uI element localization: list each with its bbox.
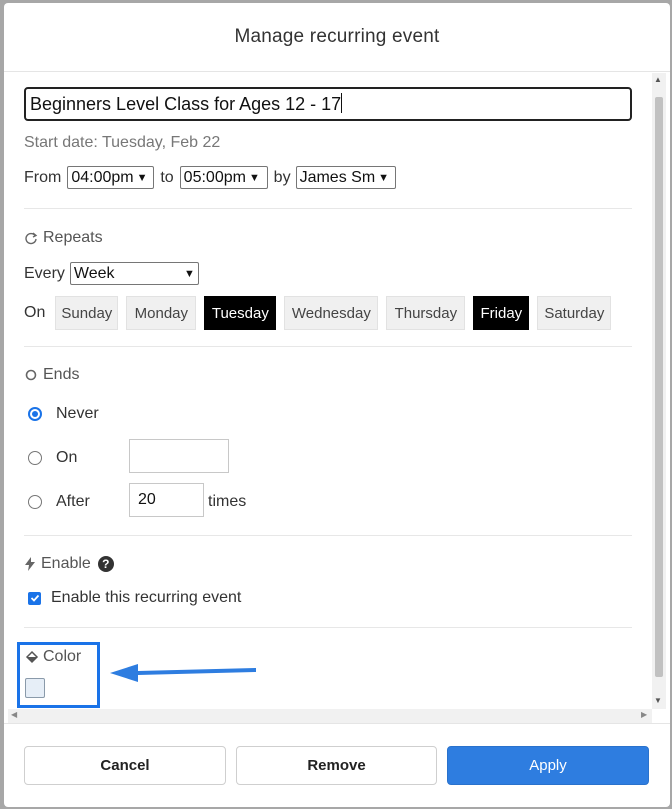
ends-never-radio[interactable]	[28, 407, 42, 421]
enable-label: Enable	[41, 555, 91, 572]
divider	[24, 346, 632, 347]
dialog-title: Manage recurring event	[234, 26, 440, 47]
ends-label: Ends	[43, 366, 80, 383]
recurring-event-dialog: Manage recurring event Beginners Level C…	[4, 3, 670, 807]
refresh-icon	[24, 231, 38, 245]
to-time-select[interactable]: 05:00pm ▼	[179, 166, 268, 189]
vertical-scroll-thumb[interactable]	[655, 97, 663, 677]
every-row: Every Week ▼	[24, 262, 199, 285]
paint-bucket-icon	[25, 650, 39, 664]
from-label: From	[24, 168, 62, 186]
ends-heading: Ends	[24, 366, 79, 384]
divider	[24, 535, 632, 536]
frequency-select[interactable]: Week ▼	[69, 262, 199, 285]
instructor-value: James Sm	[299, 168, 376, 186]
day-button-saturday[interactable]: Saturday	[537, 296, 612, 330]
circle-icon	[24, 368, 38, 382]
to-label: to	[160, 168, 174, 186]
scroll-up-icon[interactable]: ▲	[654, 75, 662, 84]
remove-button[interactable]: Remove	[236, 746, 437, 785]
instructor-select[interactable]: James Sm ▼	[295, 166, 396, 189]
scroll-down-icon[interactable]: ▼	[654, 696, 662, 705]
color-heading: Color	[25, 648, 81, 666]
scroll-right-icon[interactable]: ▶	[641, 710, 647, 719]
chevron-down-icon: ▼	[184, 267, 195, 280]
ends-on-label: On	[56, 449, 78, 466]
from-time-select[interactable]: 04:00pm ▼	[67, 166, 155, 189]
color-label: Color	[43, 648, 82, 665]
by-label: by	[273, 168, 291, 186]
day-button-sunday[interactable]: Sunday	[55, 296, 119, 330]
ends-never-option[interactable]: Never	[28, 405, 99, 423]
ends-on-date-input[interactable]	[129, 439, 229, 473]
frequency-value: Week	[73, 264, 115, 282]
day-button-tuesday[interactable]: Tuesday	[204, 296, 277, 330]
color-highlight-box: Color	[17, 642, 100, 708]
repeats-heading: Repeats	[24, 229, 103, 247]
vertical-scrollbar[interactable]: ▲ ▼	[652, 73, 666, 709]
text-caret	[341, 93, 343, 113]
scroll-left-icon[interactable]: ◀	[11, 710, 17, 719]
enable-heading: Enable ?	[24, 555, 114, 573]
event-title-value: Beginners Level Class for Ages 12 - 17	[30, 94, 342, 114]
dialog-body: Beginners Level Class for Ages 12 - 17 S…	[4, 73, 670, 711]
enable-checkbox[interactable]	[28, 591, 41, 605]
chevron-down-icon: ▼	[378, 171, 390, 184]
dialog-footer: Cancel Remove Apply	[4, 723, 670, 807]
from-time-value: 04:00pm	[71, 168, 134, 186]
divider	[24, 627, 632, 628]
ends-after-option[interactable]: After	[28, 493, 90, 511]
help-icon[interactable]: ?	[97, 556, 114, 572]
day-button-friday[interactable]: Friday	[473, 296, 530, 330]
lightning-icon	[24, 557, 36, 571]
time-row: From 04:00pm ▼ to 05:00pm ▼ by James Sm …	[24, 166, 396, 189]
cancel-button[interactable]: Cancel	[24, 746, 226, 785]
annotation-arrow	[110, 664, 256, 682]
ends-after-count-input[interactable]: 20	[129, 483, 204, 517]
divider	[24, 208, 632, 209]
start-date-label: Start date: Tuesday, Feb 22	[24, 134, 221, 151]
ends-never-label: Never	[56, 405, 99, 422]
day-button-monday[interactable]: Monday	[126, 296, 197, 330]
dialog-header: Manage recurring event	[4, 3, 670, 72]
day-button-wednesday[interactable]: Wednesday	[284, 296, 379, 330]
times-label: times	[208, 493, 247, 510]
horizontal-scrollbar[interactable]: ◀ ▶	[8, 709, 652, 723]
event-title-input[interactable]: Beginners Level Class for Ages 12 - 17	[24, 87, 632, 121]
ends-on-option[interactable]: On	[28, 449, 77, 467]
days-row: On Sunday Monday Tuesday Wednesday Thurs…	[24, 296, 612, 330]
chevron-down-icon: ▼	[248, 171, 260, 184]
day-button-thursday[interactable]: Thursday	[386, 296, 466, 330]
apply-button[interactable]: Apply	[447, 746, 649, 785]
chevron-down-icon: ▼	[136, 171, 148, 184]
ends-after-radio[interactable]	[28, 495, 42, 509]
to-time-value: 05:00pm	[183, 168, 246, 186]
on-days-label: On	[24, 304, 46, 321]
repeats-label: Repeats	[43, 229, 103, 246]
enable-checkbox-label: Enable this recurring event	[51, 589, 242, 606]
every-label: Every	[24, 264, 65, 282]
ends-on-radio[interactable]	[28, 451, 42, 465]
enable-checkbox-row[interactable]: Enable this recurring event	[28, 589, 241, 607]
ends-after-label: After	[56, 493, 90, 510]
color-swatch[interactable]	[25, 678, 45, 698]
